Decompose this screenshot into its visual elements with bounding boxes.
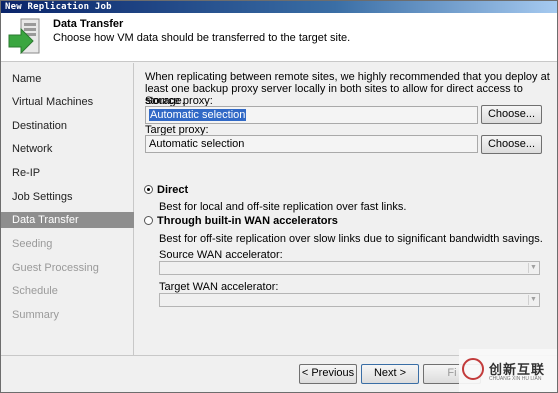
wan-accelerator-radio[interactable] bbox=[144, 216, 153, 225]
direct-description: Best for local and off-site replication … bbox=[159, 201, 407, 213]
target-proxy-choose-button[interactable]: Choose... bbox=[481, 135, 542, 154]
window-title: New Replication Job bbox=[1, 1, 557, 13]
sidebar-item-destination[interactable]: Destination bbox=[1, 118, 134, 134]
sidebar-item-network[interactable]: Network bbox=[1, 141, 134, 157]
sidebar-item-data-transfer[interactable]: Data Transfer bbox=[1, 212, 134, 228]
sidebar-item-re-ip[interactable]: Re-IP bbox=[1, 165, 134, 181]
target-proxy-value: Automatic selection bbox=[149, 138, 245, 150]
source-wan-select[interactable]: ▼ bbox=[159, 261, 540, 275]
target-wan-label: Target WAN accelerator: bbox=[159, 281, 279, 293]
sidebar-item-schedule: Schedule bbox=[12, 285, 58, 297]
watermark-subtext: CHUANG XIN HU LIAN bbox=[489, 376, 542, 382]
source-wan-label: Source WAN accelerator: bbox=[159, 249, 283, 261]
source-proxy-value: Automatic selection bbox=[149, 109, 247, 121]
previous-button[interactable]: < Previous bbox=[299, 364, 357, 384]
chevron-down-icon: ▼ bbox=[528, 295, 538, 305]
target-wan-select[interactable]: ▼ bbox=[159, 293, 540, 307]
sidebar-item-name[interactable]: Name bbox=[1, 71, 134, 87]
direct-radio[interactable] bbox=[144, 185, 153, 194]
chevron-down-icon: ▼ bbox=[528, 263, 538, 273]
sidebar-item-job-settings[interactable]: Job Settings bbox=[1, 189, 134, 205]
sidebar-item-seeding: Seeding bbox=[12, 238, 53, 250]
sidebar-item-guest-processing: Guest Processing bbox=[12, 262, 99, 274]
target-proxy-field[interactable]: Automatic selection bbox=[145, 135, 478, 153]
data-transfer-icon bbox=[7, 17, 43, 57]
header-subtitle: Choose how VM data should be transferred… bbox=[53, 32, 351, 44]
wizard-steps-sidebar: Name Virtual Machines Destination Networ… bbox=[1, 63, 134, 355]
data-transfer-panel: When replicating between remote sites, w… bbox=[135, 63, 557, 355]
wizard-header: Data Transfer Choose how VM data should … bbox=[1, 13, 557, 62]
header-title: Data Transfer bbox=[53, 18, 124, 30]
brand-logo-icon bbox=[462, 358, 484, 380]
source-proxy-choose-button[interactable]: Choose... bbox=[481, 105, 542, 124]
watermark-logo: 创新互联 CHUANG XIN HU LIAN bbox=[459, 349, 557, 392]
source-proxy-field[interactable]: Automatic selection bbox=[145, 106, 478, 124]
sidebar-item-summary: Summary bbox=[12, 309, 60, 321]
next-button[interactable]: Next > bbox=[361, 364, 419, 384]
direct-label[interactable]: Direct bbox=[157, 184, 188, 196]
wan-accelerator-label[interactable]: Through built-in WAN accelerators bbox=[157, 215, 338, 227]
wan-accelerator-description: Best for off-site replication over slow … bbox=[159, 233, 543, 245]
sidebar-item-virtual-machines[interactable]: Virtual Machines bbox=[1, 94, 134, 110]
replication-job-window: New Replication Job Data Transfer Choose… bbox=[0, 0, 558, 393]
